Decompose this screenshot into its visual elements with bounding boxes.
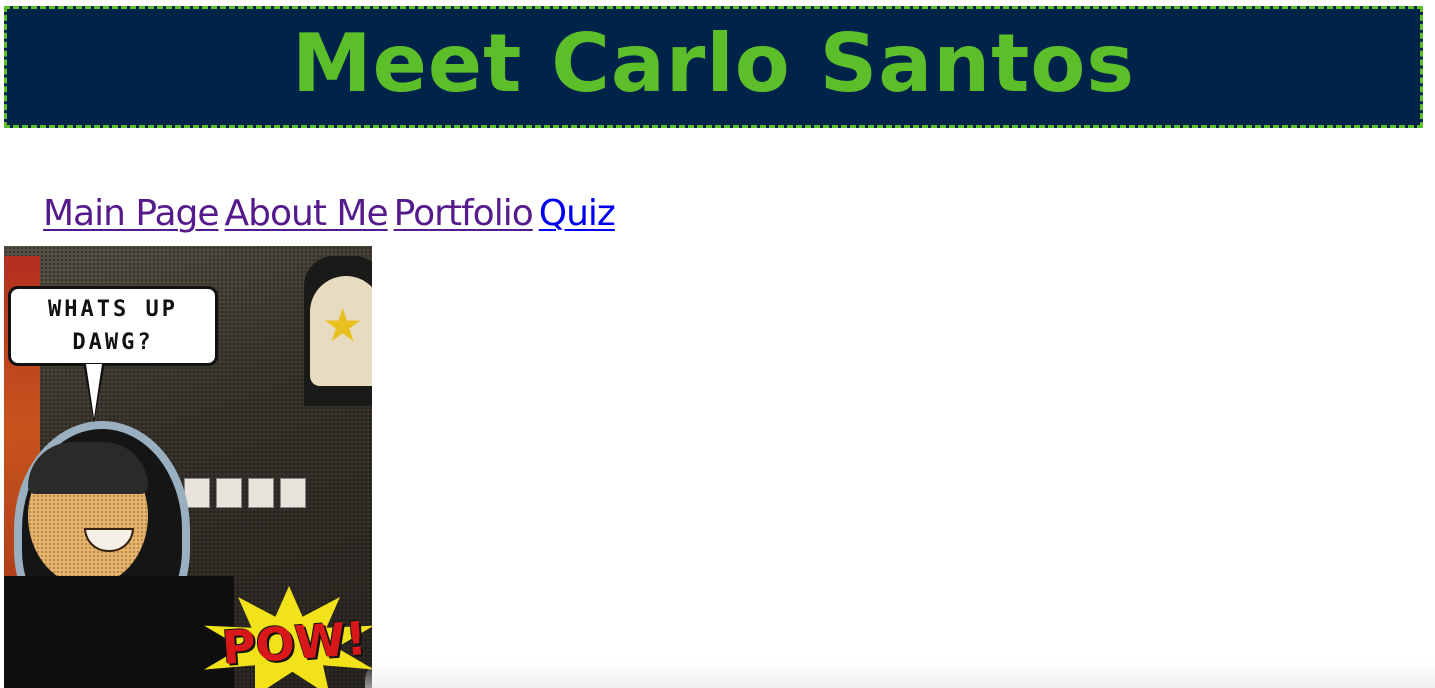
- speech-bubble-tail: [86, 364, 102, 418]
- speech-bubble-line-1: WHATS UP: [48, 297, 178, 322]
- nav-link-portfolio[interactable]: Portfolio: [394, 193, 534, 234]
- outlet: [216, 478, 242, 508]
- nav-link-quiz[interactable]: Quiz: [539, 193, 616, 234]
- star-icon: ★: [322, 298, 364, 352]
- nav-link-about-me[interactable]: About Me: [225, 193, 389, 234]
- outlet: [184, 478, 210, 508]
- speech-bubble-line-2: DAWG?: [72, 330, 154, 355]
- outlet: [280, 478, 306, 508]
- nav-link-main-page[interactable]: Main Page: [43, 193, 220, 234]
- page: Meet Carlo Santos Main Page About Me Por…: [0, 0, 1435, 688]
- comic-profile-photo: ★ WHATS UP DAWG? POW!: [4, 246, 372, 688]
- pow-burst-text: POW!: [220, 611, 369, 675]
- page-title: Meet Carlo Santos: [292, 17, 1135, 110]
- hair-shape: [28, 442, 148, 494]
- main-nav: Main Page About Me Portfolio Quiz: [43, 193, 616, 234]
- header-banner: Meet Carlo Santos: [4, 6, 1423, 128]
- outlet: [248, 478, 274, 508]
- speech-bubble: WHATS UP DAWG?: [8, 286, 218, 366]
- torso-shape: [4, 576, 234, 688]
- window-edge-shadow: [365, 660, 1435, 688]
- wall-outlets: [184, 478, 306, 508]
